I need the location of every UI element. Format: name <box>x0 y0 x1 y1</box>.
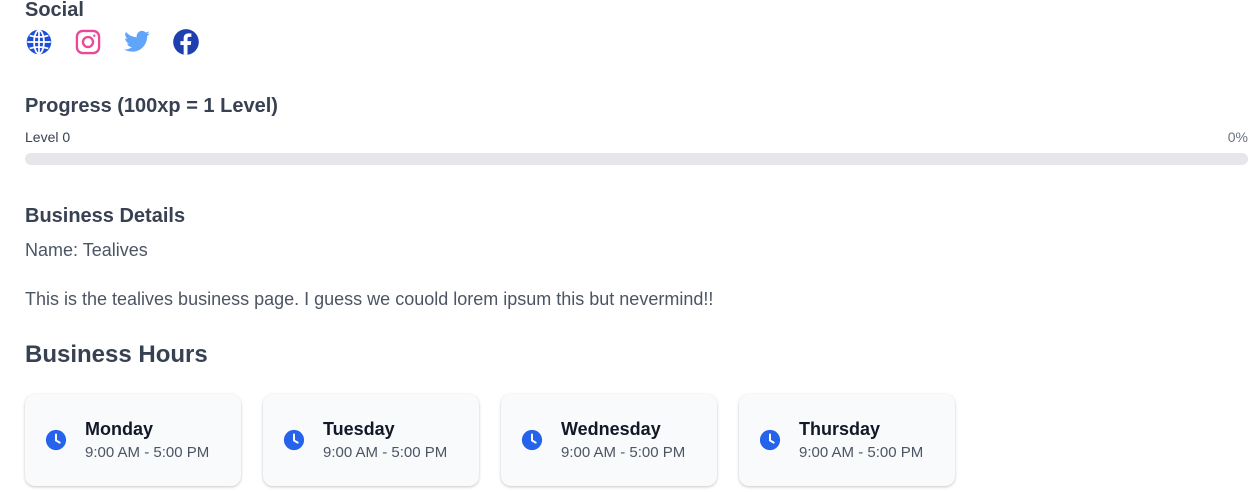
day-name: Tuesday <box>323 418 395 439</box>
day-name: Thursday <box>799 418 881 439</box>
day-time: 9:00 AM - 5:00 PM <box>323 444 448 462</box>
clock-icon <box>759 429 781 451</box>
clock-icon <box>521 429 543 451</box>
progress-percent: 0% <box>1227 129 1248 145</box>
social-title: Social <box>25 0 84 21</box>
clock-icon <box>283 429 305 451</box>
day-name: Monday <box>85 418 154 439</box>
social-links <box>25 28 200 56</box>
progress-bar <box>25 153 1248 165</box>
instagram-icon[interactable] <box>74 28 102 56</box>
twitter-icon[interactable] <box>123 28 151 56</box>
business-hours-list: Monday 9:00 AM - 5:00 PM Tuesday 9:00 AM… <box>25 394 955 486</box>
business-description: This is the tealives business page. I gu… <box>25 289 714 309</box>
business-hours-title: Business Hours <box>25 341 208 368</box>
day-name: Wednesday <box>561 418 661 439</box>
progress-title: Progress (100xp = 1 Level) <box>25 95 278 117</box>
hours-card-monday: Monday 9:00 AM - 5:00 PM <box>25 394 241 486</box>
hours-card-tuesday: Tuesday 9:00 AM - 5:00 PM <box>263 394 479 486</box>
hours-card-thursday: Thursday 9:00 AM - 5:00 PM <box>739 394 955 486</box>
business-details-title: Business Details <box>25 205 186 227</box>
day-time: 9:00 AM - 5:00 PM <box>561 444 686 462</box>
business-name: Name: Tealives <box>25 240 148 260</box>
clock-icon <box>45 429 67 451</box>
globe-icon[interactable] <box>25 28 53 56</box>
hours-card-wednesday: Wednesday 9:00 AM - 5:00 PM <box>501 394 717 486</box>
level-label: Level 0 <box>25 129 71 145</box>
facebook-icon[interactable] <box>172 28 200 56</box>
day-time: 9:00 AM - 5:00 PM <box>799 444 924 462</box>
day-time: 9:00 AM - 5:00 PM <box>85 444 210 462</box>
